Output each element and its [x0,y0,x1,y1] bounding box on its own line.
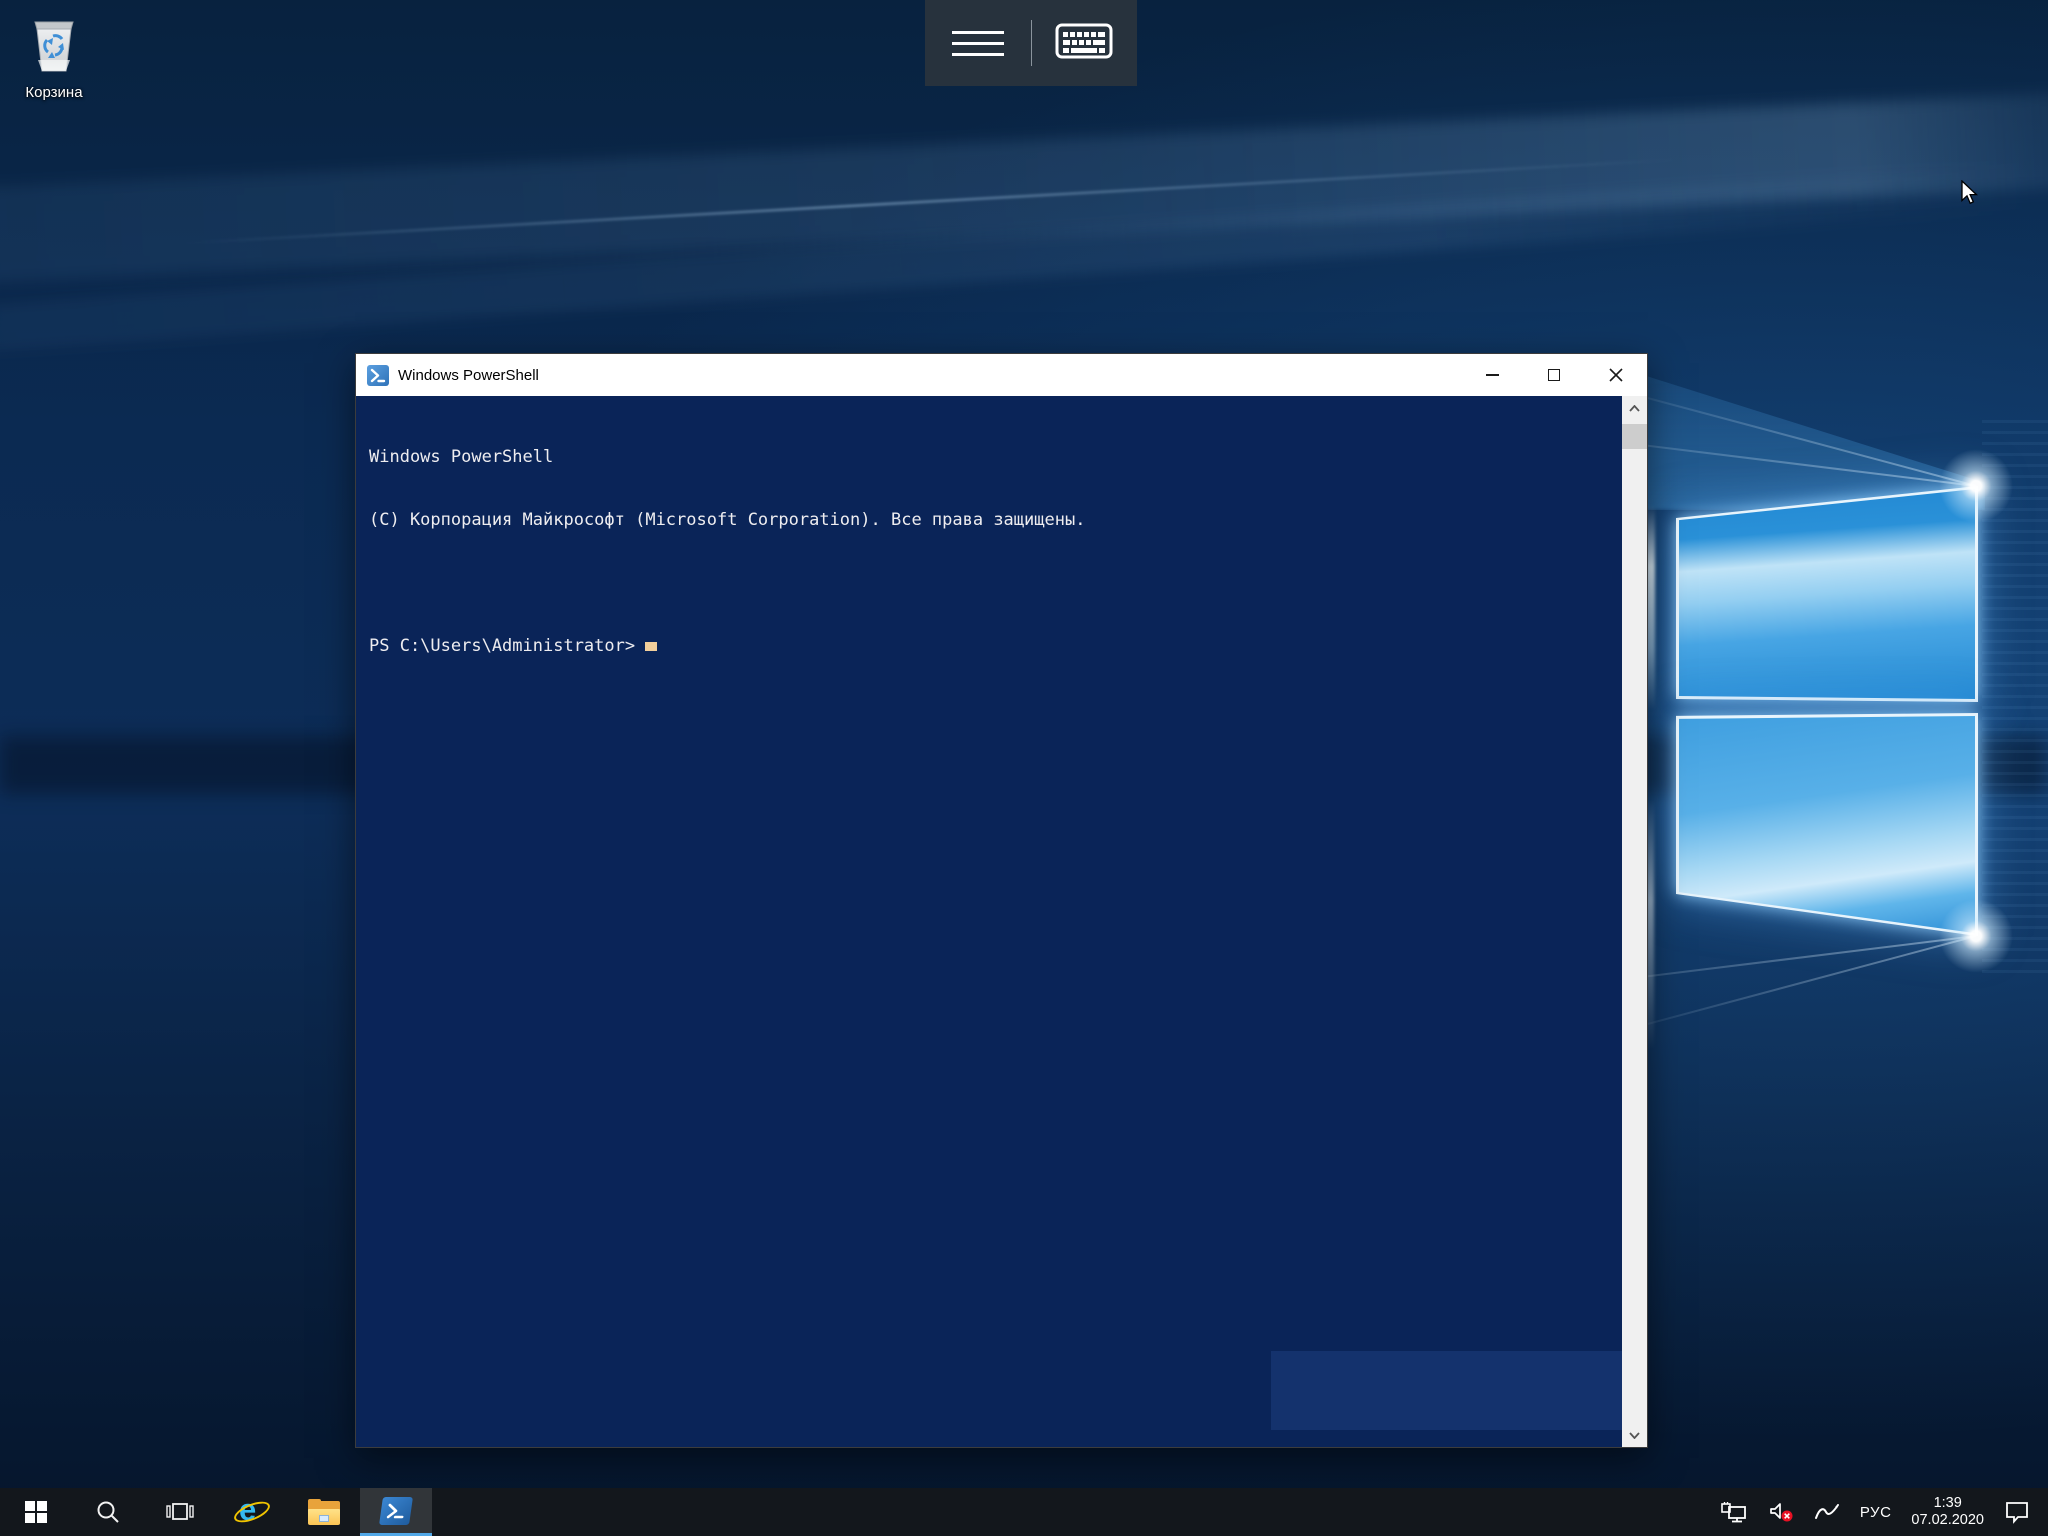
minimize-icon [1486,374,1499,376]
powershell-taskbar-button[interactable] [360,1488,432,1536]
hamburger-icon [952,31,1004,56]
maximize-button[interactable] [1523,354,1585,396]
network-icon [1720,1501,1748,1523]
tray-time: 1:39 [1934,1495,1962,1512]
task-view-icon [166,1501,194,1523]
windows-logo-icon [25,1501,47,1523]
file-explorer-button[interactable] [288,1488,360,1536]
recycle-bin-desktop-icon[interactable]: Корзина [10,14,98,101]
console-line: (C) Корпорация Майкрософт (Microsoft Cor… [369,510,1617,531]
console-highlight-region [1271,1351,1622,1430]
mouse-cursor [1960,180,1980,211]
console-line: Windows PowerShell [369,447,1617,468]
system-tray: РУС 1:39 07.02.2020 [1710,1488,2048,1536]
keyboard-button[interactable] [1032,0,1138,86]
powershell-app-icon [367,365,389,386]
chevron-up-icon [1629,405,1640,412]
pen-icon [1814,1502,1840,1522]
wallpaper-corner-glint [1934,444,2018,528]
task-view-button[interactable] [144,1488,216,1536]
windows-desktop: Корзина [0,0,2048,1536]
volume-muted-icon [1768,1501,1794,1523]
tray-date: 07.02.2020 [1911,1512,1984,1529]
maximize-icon [1548,369,1560,381]
caption-buttons [1461,354,1647,396]
language-indicator[interactable]: РУС [1850,1488,1902,1536]
chevron-down-icon [1629,1432,1640,1439]
console-blank-line [369,573,1617,594]
scrollbar-up-button[interactable] [1622,396,1647,420]
console-area[interactable]: Windows PowerShell (C) Корпорация Майкро… [356,396,1647,1447]
search-button[interactable] [72,1488,144,1536]
start-button[interactable] [0,1488,72,1536]
vm-console-toolbar [925,0,1137,86]
powershell-icon [379,1497,413,1525]
console-prompt-line: PS C:\Users\Administrator> [369,636,1617,657]
wallpaper-light-beam [0,88,2048,287]
windows-logo-top-pane [1676,486,1978,702]
minimize-button[interactable] [1461,354,1523,396]
powershell-titlebar[interactable]: Windows PowerShell [356,354,1647,396]
wallpaper-glow-triangle [1640,340,1985,510]
recycle-bin-icon [22,63,86,80]
powershell-window: Windows PowerShell Windows PowerShell (C… [355,353,1648,1448]
close-button[interactable] [1585,354,1647,396]
close-icon [1609,368,1623,382]
clock[interactable]: 1:39 07.02.2020 [1901,1488,1994,1536]
action-center-button[interactable] [1994,1488,2040,1536]
text-cursor [645,642,657,651]
network-tray-button[interactable] [1710,1488,1758,1536]
menu-button[interactable] [925,0,1031,86]
volume-tray-button[interactable] [1758,1488,1804,1536]
keyboard-icon [1055,23,1113,64]
console-scrollbar[interactable] [1622,396,1647,1447]
wallpaper-light-beam [0,162,2039,354]
console-output: Windows PowerShell (C) Корпорация Майкро… [369,405,1617,699]
recycle-bin-label: Корзина [10,84,98,101]
taskbar: e [0,1488,2048,1536]
windows-ink-tray-button[interactable] [1804,1488,1850,1536]
prompt-text: PS C:\Users\Administrator> [369,636,635,656]
scrollbar-down-button[interactable] [1622,1423,1647,1447]
wallpaper-light-streak [181,158,1679,245]
window-title: Windows PowerShell [398,367,539,384]
internet-explorer-button[interactable]: e [216,1488,288,1536]
action-center-icon [2004,1500,2030,1524]
windows-logo-bottom-pane [1676,713,1978,937]
internet-explorer-icon: e [235,1496,269,1528]
search-icon [95,1499,121,1525]
wallpaper-corner-glint [1934,894,2018,978]
file-explorer-icon [308,1499,340,1525]
wallpaper-texture-streaks [1982,420,2048,980]
scrollbar-thumb[interactable] [1622,424,1647,449]
